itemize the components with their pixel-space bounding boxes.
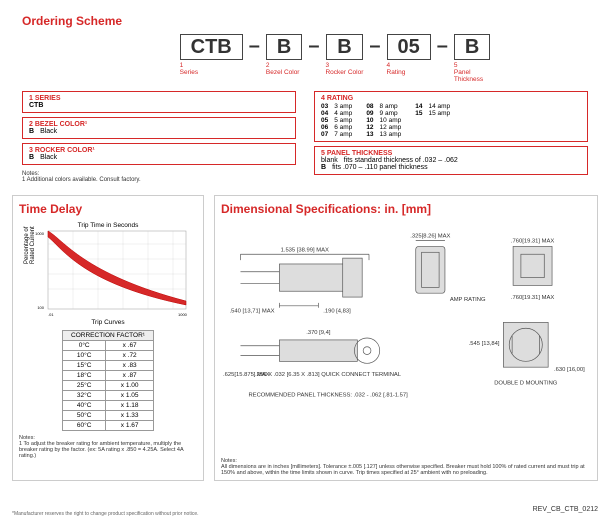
chart-bot-label: Trip Curves xyxy=(19,319,197,326)
svg-text:AMP RATING: AMP RATING xyxy=(450,297,486,303)
manufacturer-note: *Manufacturer reserves the right to chan… xyxy=(12,511,199,517)
svg-text:DOUBLE D MOUNTING: DOUBLE D MOUNTING xyxy=(494,381,558,387)
part-rating: 05 xyxy=(387,34,431,60)
part-panel: B xyxy=(454,34,490,60)
chart-top-label: Trip Time in Seconds xyxy=(19,222,197,229)
part-bezel: B xyxy=(266,34,302,60)
ordering-notes: Notes: 1 Additional colors available. Co… xyxy=(22,171,296,183)
svg-text:.325[8.26] MAX: .325[8.26] MAX xyxy=(410,234,450,240)
panel-box: 5 PANEL THICKNESS blankfits standard thi… xyxy=(314,146,588,175)
time-delay-title: Time Delay xyxy=(19,202,197,216)
rating-box: 4 RATING 033 amp044 amp055 amp066 amp077… xyxy=(314,91,588,142)
svg-text:.545 [13,84]: .545 [13,84] xyxy=(469,341,500,347)
trip-chart: Percentage of Rated Current 1000 100 .01… xyxy=(28,229,188,319)
rocker-box: 3 ROCKER COLOR¹ BBlack xyxy=(22,143,296,165)
bezel-box: 2 BEZEL COLOR¹ BBlack xyxy=(22,117,296,139)
revision: REV_CB_CTB_0212 xyxy=(533,506,598,513)
svg-text:.01: .01 xyxy=(48,312,54,317)
svg-text:.760[19.31] MAX: .760[19.31] MAX xyxy=(511,239,555,245)
svg-text:.760[19.31] MAX: .760[19.31] MAX xyxy=(511,295,555,301)
svg-text:1000: 1000 xyxy=(178,312,188,317)
svg-text:.190 [4,83]: .190 [4,83] xyxy=(323,309,351,315)
ordering-code: CTB1Series – B2Bezel Color – B3Rocker Co… xyxy=(82,34,588,83)
dimension-drawing: 1.535 [38.99] MAX .540 [13,71] MAX .190 … xyxy=(221,222,591,452)
dim-notes: Notes: All dimensions are in inches [mil… xyxy=(221,458,591,476)
svg-text:1.535 [38.99] MAX: 1.535 [38.99] MAX xyxy=(281,247,329,253)
part-series: CTB xyxy=(180,34,243,60)
svg-text:1000: 1000 xyxy=(35,231,45,236)
correction-table: CORRECTION FACTOR¹ 0°Cx .6710°Cx .7215°C… xyxy=(62,330,154,431)
td-notes: Notes: 1 To adjust the breaker rating fo… xyxy=(19,435,197,459)
svg-text:RECOMMENDED PANEL THICKNESS: .: RECOMMENDED PANEL THICKNESS: .032 - .062… xyxy=(248,392,408,398)
svg-text:100: 100 xyxy=(37,305,44,310)
svg-text:.540 [13,71] MAX: .540 [13,71] MAX xyxy=(230,309,275,315)
svg-text:.370 [9,4]: .370 [9,4] xyxy=(306,330,331,336)
dim-title: Dimensional Specifications: in. [mm] xyxy=(221,202,591,216)
svg-text:.250 X .032 [6.35 X .813] QUIC: .250 X .032 [6.35 X .813] QUICK CONNECT … xyxy=(255,372,402,378)
part-rocker: B xyxy=(326,34,362,60)
ordering-title: Ordering Scheme xyxy=(22,14,588,28)
svg-text:.630 [16,00]: .630 [16,00] xyxy=(554,367,585,373)
series-box: 1 SERIES CTB xyxy=(22,91,296,113)
